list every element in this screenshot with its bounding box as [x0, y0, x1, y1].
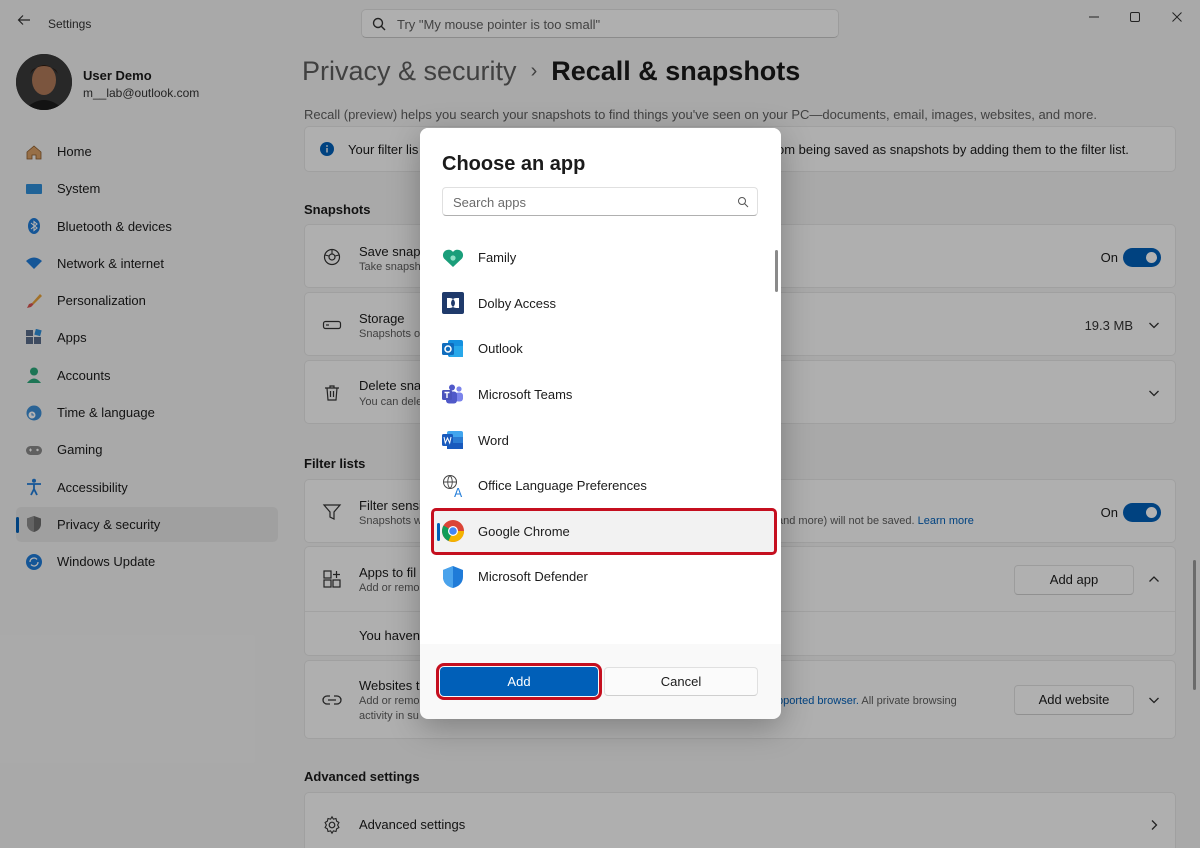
- choose-app-dialog: Choose an app Search apps Family Dolby A…: [420, 128, 781, 719]
- app-item-word[interactable]: Word: [432, 417, 776, 463]
- outlook-icon: [441, 337, 465, 361]
- app-item-microsoft-defender[interactable]: Microsoft Defender: [432, 554, 776, 600]
- dialog-body: Choose an app Search apps Family Dolby A…: [420, 128, 781, 644]
- search-apps-input[interactable]: Search apps: [442, 187, 758, 216]
- app-item-outlook[interactable]: Outlook: [432, 326, 776, 372]
- dialog-title: Choose an app: [442, 153, 586, 175]
- app-list: Family Dolby Access Outlook Microsoft Te…: [431, 235, 777, 600]
- search-icon: [737, 196, 749, 208]
- defender-shield-icon: [441, 565, 465, 589]
- add-button[interactable]: Add: [436, 663, 602, 700]
- cancel-button[interactable]: Cancel: [604, 667, 758, 696]
- dolby-icon: [441, 291, 465, 315]
- chrome-icon: [441, 519, 465, 543]
- app-item-google-chrome[interactable]: Google Chrome: [431, 507, 777, 556]
- word-icon: [441, 428, 465, 452]
- svg-text:A: A: [454, 486, 463, 498]
- teams-icon: [441, 383, 465, 407]
- app-item-office-language-preferences[interactable]: A Office Language Preferences: [432, 463, 776, 509]
- app-item-microsoft-teams[interactable]: Microsoft Teams: [432, 372, 776, 418]
- search-apps-placeholder: Search apps: [453, 195, 526, 210]
- app-list-scrollbar[interactable]: [775, 250, 778, 292]
- family-heart-icon: [441, 246, 465, 270]
- language-icon: A: [441, 474, 465, 500]
- app-item-family[interactable]: Family: [432, 235, 776, 281]
- app-item-dolby-access[interactable]: Dolby Access: [432, 281, 776, 327]
